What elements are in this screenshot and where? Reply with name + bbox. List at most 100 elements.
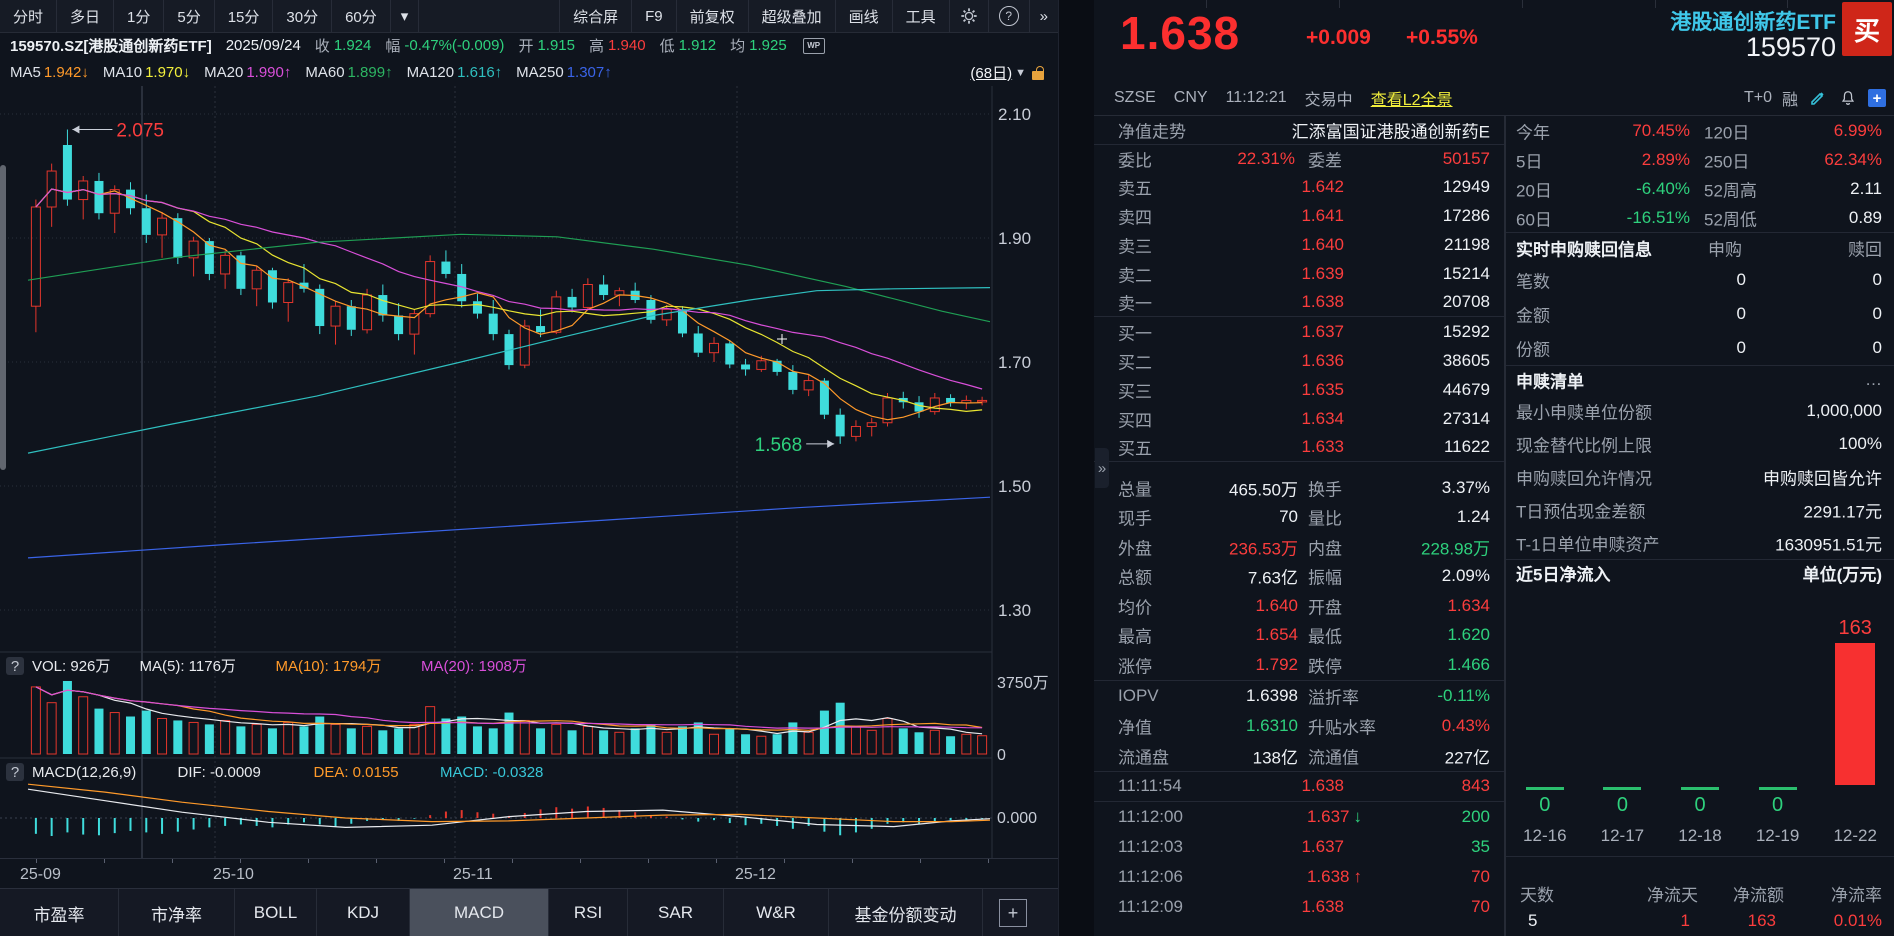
tool-button-前复权[interactable]: 前复权 — [676, 0, 748, 32]
stat-label: 流通盘 — [1118, 743, 1169, 768]
help-icon[interactable]: ? — [988, 0, 1029, 32]
stat-label: IOPV — [1118, 686, 1159, 706]
order-book-column: 净值走势汇添富国证港股通创新药E委比22.31%委差50157卖五1.64212… — [1094, 116, 1506, 936]
tab-RSI[interactable]: RSI — [549, 889, 628, 936]
stat-row-IOPV: IOPV1.6398溢折率-0.11% — [1094, 681, 1504, 711]
redeem-title: 申赎清单 — [1516, 368, 1584, 393]
tool-button-F9[interactable]: F9 — [631, 0, 676, 32]
bell-icon[interactable] — [1838, 88, 1858, 108]
svg-text:3750万: 3750万 — [997, 675, 1049, 692]
return-value: 2.89% — [1642, 150, 1690, 170]
kline-chart[interactable]: 2.101.901.701.501.302.0751.568?VOL: 926万… — [0, 86, 1058, 858]
book-row-买一[interactable]: 买一1.63715292 — [1094, 317, 1504, 346]
period-tab-30分[interactable]: 30分 — [273, 0, 332, 32]
tab-市盈率[interactable]: 市盈率 — [0, 889, 119, 936]
tab-KDJ[interactable]: KDJ — [317, 889, 410, 936]
more-tools-icon[interactable]: » — [1029, 0, 1058, 32]
book-price: 1.634 — [1301, 409, 1344, 429]
range-label[interactable]: (68日) — [970, 62, 1012, 83]
tool-button-工具[interactable]: 工具 — [892, 0, 949, 32]
sub-label: 笔数 — [1516, 268, 1550, 293]
period-tab-60分[interactable]: 60分 — [332, 0, 391, 32]
volume-axis-labels: 3750万00.000 — [997, 675, 1049, 827]
period-dropdown-icon[interactable]: ▾ — [391, 0, 420, 32]
tab-W&R[interactable]: W&R — [724, 889, 829, 936]
book-price: 1.641 — [1301, 206, 1344, 226]
netflow-footer-value: 163 — [1748, 911, 1776, 931]
quote-date: 2025/09/24 — [226, 37, 301, 54]
book-level: 卖三 — [1118, 232, 1152, 257]
period-tab-多日[interactable]: 多日 — [57, 0, 114, 32]
t0-badge: T+0 — [1744, 89, 1772, 107]
netflow-zero-label: 0 — [1602, 794, 1642, 817]
redeem-label: 最小申赎单位份额 — [1516, 398, 1652, 423]
return-label2: 52周低 — [1704, 205, 1757, 230]
axis-tick — [240, 859, 241, 863]
redeem-value: 1630951.51元 — [1775, 530, 1882, 555]
svg-text:1.70: 1.70 — [998, 353, 1031, 372]
tick-time: 11:12:06 — [1118, 867, 1183, 887]
svg-text:?: ? — [11, 658, 19, 675]
stat-value2: 1.634 — [1447, 596, 1490, 616]
svg-text:MA(5): 1176万: MA(5): 1176万 — [140, 658, 236, 675]
tab-基金份额变动[interactable]: 基金份额变动 — [829, 889, 983, 936]
return-row-5日: 5日2.89%250日62.34% — [1506, 145, 1894, 174]
period-tab-1分[interactable]: 1分 — [114, 0, 164, 32]
tick-volume: 35 — [1471, 837, 1490, 857]
add-icon[interactable]: + — [1868, 89, 1886, 107]
stats-extra-block: IOPV1.6398溢折率-0.11%净值1.6310升贴水率0.43%流通盘1… — [1094, 681, 1504, 772]
add-indicator-icon[interactable]: + — [999, 899, 1027, 927]
scrollbar[interactable] — [0, 165, 6, 470]
fund-info-column: 今年70.45%120日6.99%5日2.89%250日62.34%20日-6.… — [1506, 116, 1894, 936]
tool-button-画线[interactable]: 画线 — [835, 0, 892, 32]
stat-row-总量: 总量465.50万换手3.37% — [1094, 473, 1504, 503]
book-row-买二[interactable]: 买二1.63638605 — [1094, 346, 1504, 375]
book-level: 卖四 — [1118, 203, 1152, 228]
book-row-卖一[interactable]: 卖一1.63820708 — [1094, 288, 1504, 317]
edit-icon[interactable] — [1808, 88, 1828, 108]
tab-BOLL[interactable]: BOLL — [235, 889, 317, 936]
settings-gear-icon[interactable] — [949, 0, 988, 32]
sub-buy-value: 0 — [1737, 270, 1746, 290]
book-row-卖四[interactable]: 卖四1.64117286 — [1094, 201, 1504, 230]
stat-value: 1.6398 — [1246, 686, 1298, 706]
period-tab-15分[interactable]: 15分 — [215, 0, 274, 32]
tab-SAR[interactable]: SAR — [628, 889, 724, 936]
book-row-买五[interactable]: 买五1.63311622 — [1094, 433, 1504, 462]
netflow-footer-header-净流额: 净流额 — [1733, 881, 1784, 906]
netflow-header: 近5日净流入单位(万元) — [1506, 560, 1894, 586]
book-volume: 15292 — [1443, 322, 1490, 342]
book-row-买三[interactable]: 买三1.63544679 — [1094, 375, 1504, 404]
tab-市净率[interactable]: 市净率 — [119, 889, 235, 936]
tool-button-综合屏[interactable]: 综合屏 — [559, 0, 631, 32]
stat-value2: 0.43% — [1442, 716, 1490, 736]
netflow-zero-label: 0 — [1758, 794, 1798, 817]
range-dropdown-icon[interactable]: ▼ — [1015, 67, 1026, 79]
period-tab-分时[interactable]: 分时 — [0, 0, 57, 32]
netvalue-row[interactable]: 净值走势汇添富国证港股通创新药E — [1094, 116, 1504, 145]
svg-text:MA(10): 1794万: MA(10): 1794万 — [276, 658, 382, 675]
netflow-title: 近5日净流入 — [1516, 561, 1610, 586]
subscription-col-sell: 赎回 — [1848, 236, 1882, 261]
tool-button-超级叠加[interactable]: 超级叠加 — [748, 0, 835, 32]
stat-label: 均价 — [1118, 593, 1152, 618]
lock-icon[interactable] — [1032, 71, 1044, 80]
stat-value2: 227亿 — [1445, 743, 1490, 768]
l2-link[interactable]: 查看L2全景 — [1371, 86, 1453, 110]
redeem-more-icon[interactable]: … — [1865, 370, 1882, 390]
book-row-卖二[interactable]: 卖二1.63915214 — [1094, 259, 1504, 288]
period-tab-5分[interactable]: 5分 — [164, 0, 214, 32]
volume-bars-group — [31, 681, 986, 754]
market-status: 交易中 — [1305, 86, 1353, 110]
wp-monitor-icon[interactable]: WP — [803, 38, 825, 54]
book-row-买四[interactable]: 买四1.63427314 — [1094, 404, 1504, 433]
book-row-卖五[interactable]: 卖五1.64212949 — [1094, 172, 1504, 201]
collapse-handle-icon[interactable]: » — [1095, 448, 1109, 488]
netflow-date: 12-18 — [1666, 826, 1734, 846]
buy-button[interactable]: 买 — [1842, 2, 1892, 56]
book-row-卖三[interactable]: 卖三1.64021198 — [1094, 230, 1504, 259]
tick-row: 11:12:061.638↑70 — [1094, 862, 1504, 892]
panel-splitter[interactable]: » — [1058, 0, 1096, 936]
stat-value2: 1.24 — [1457, 507, 1490, 527]
tab-MACD[interactable]: MACD — [410, 889, 549, 936]
